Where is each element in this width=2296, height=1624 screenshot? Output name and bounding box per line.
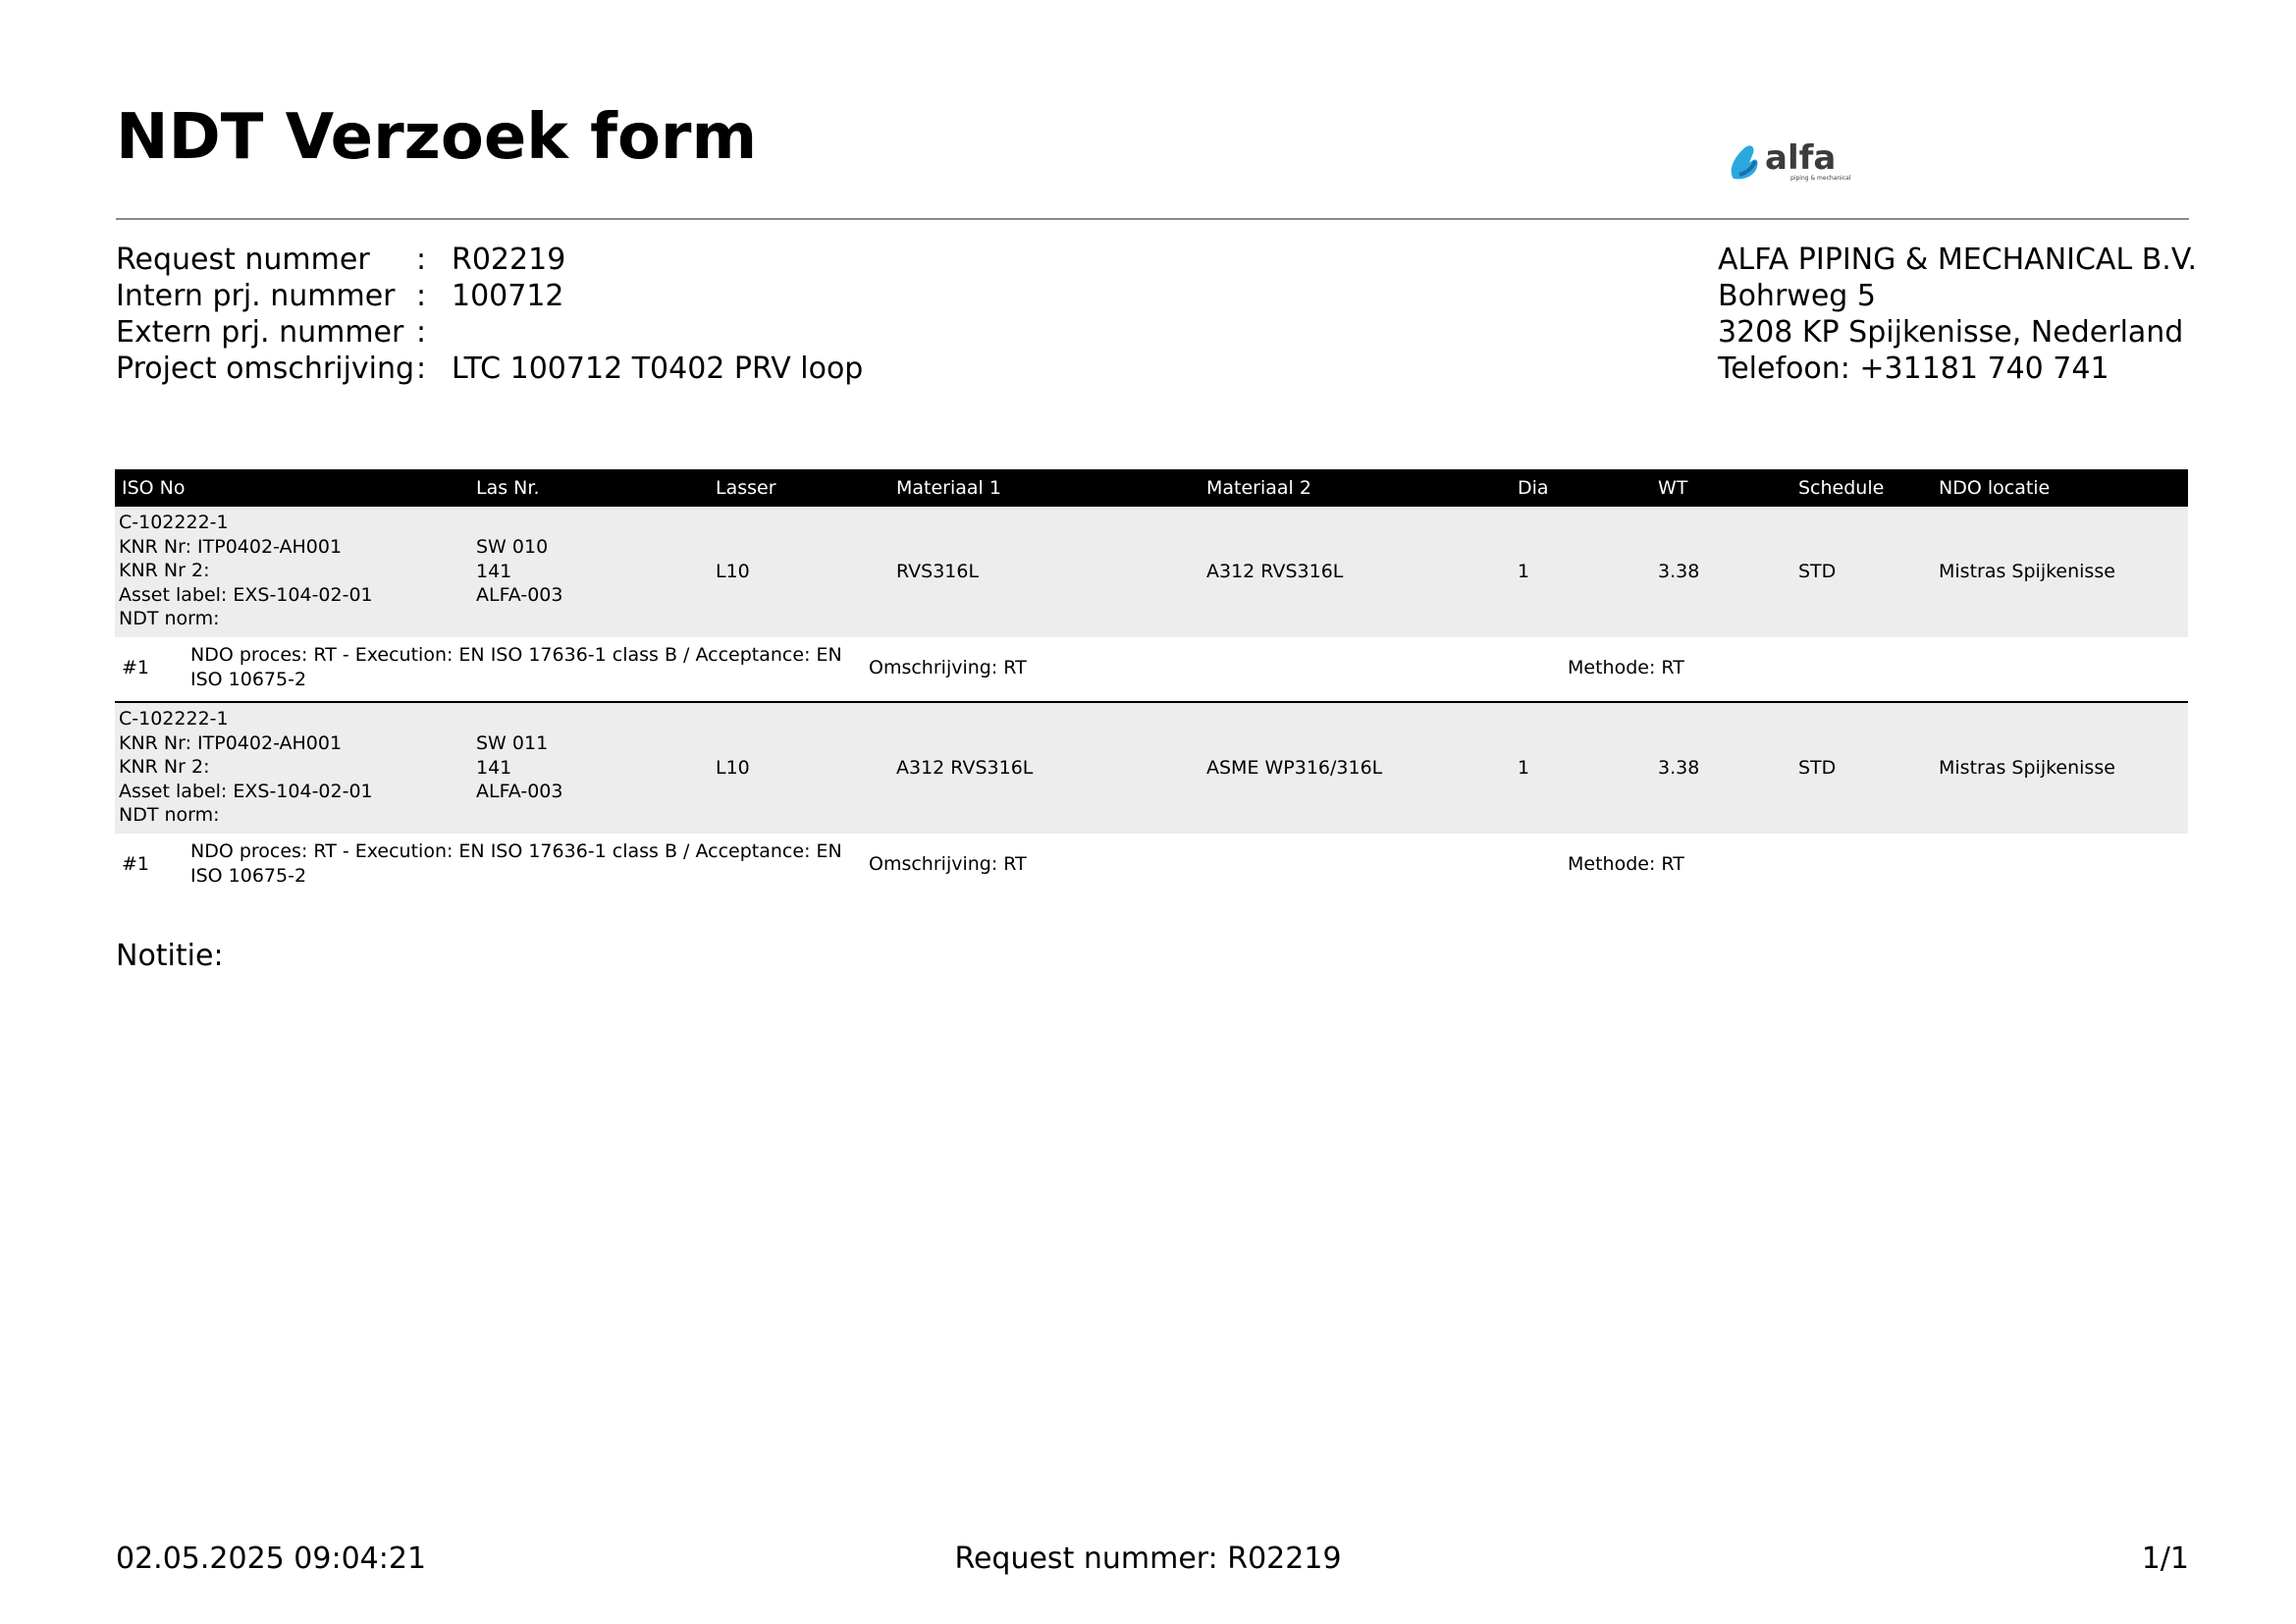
iso-number: C-102222-1 bbox=[119, 512, 229, 533]
ndt-norm: NDT norm: bbox=[119, 804, 220, 826]
ndo-proces: NDO proces: RT - Execution: EN ISO 17636… bbox=[190, 643, 842, 692]
knr-nr: KNR Nr: ITP0402-AH001 bbox=[119, 535, 343, 558]
company-city: 3208 KP Spijkenisse, Nederland bbox=[1718, 315, 2184, 350]
alfa-logo: alfa piping & mechanical bbox=[1731, 138, 1851, 182]
project-description-label: Project omschrijving bbox=[116, 352, 415, 386]
company-name: ALFA PIPING & MECHANICAL B.V. bbox=[1718, 243, 2198, 277]
omschrijving: Omschrijving: RT bbox=[869, 853, 1027, 875]
notitie-label: Notitie: bbox=[116, 939, 224, 973]
ndo-proces: NDO proces: RT - Execution: EN ISO 17636… bbox=[190, 839, 842, 889]
dia-cell: 1 bbox=[1518, 757, 1530, 779]
request-number-label: Request nummer bbox=[116, 243, 370, 277]
lasser-cell: L10 bbox=[716, 561, 750, 582]
iso-cell: C-102222-1 KNR Nr: ITP0402-AH001 KNR Nr … bbox=[119, 511, 373, 631]
header-schedule: Schedule bbox=[1798, 477, 1885, 499]
extern-project-label: Extern prj. nummer bbox=[116, 315, 404, 350]
page-title: NDT Verzoek form bbox=[116, 101, 758, 174]
las-cell: SW 011 141 ALFA-003 bbox=[476, 731, 562, 804]
materiaal-1-cell: A312 RVS316L bbox=[896, 757, 1034, 779]
asset-label: Asset label: EXS-104-02-01 bbox=[119, 583, 373, 606]
intern-project-row: Intern prj. nummer : 100712 bbox=[116, 278, 863, 314]
ndt-table: ISO No Las Nr. Lasser Materiaal 1 Materi… bbox=[115, 469, 2188, 897]
request-details: Request nummer : R02219 Intern prj. numm… bbox=[116, 242, 863, 387]
intern-project-value: 100712 bbox=[452, 279, 564, 313]
colon: : bbox=[416, 279, 427, 313]
materiaal-2-cell: ASME WP316/316L bbox=[1206, 757, 1383, 779]
dia-cell: 1 bbox=[1518, 561, 1530, 582]
ndo-process-row: #1 NDO proces: RT - Execution: EN ISO 17… bbox=[115, 834, 2188, 897]
intern-project-label: Intern prj. nummer bbox=[116, 279, 396, 313]
las-code: ALFA-003 bbox=[476, 584, 563, 606]
process-number: #1 bbox=[122, 657, 150, 678]
knr-nr: KNR Nr: ITP0402-AH001 bbox=[119, 731, 343, 754]
ndo-locatie-cell: Mistras Spijkenisse bbox=[1939, 561, 2115, 582]
ndt-norm: NDT norm: bbox=[119, 608, 220, 629]
knr-nr-2: KNR Nr 2: bbox=[119, 560, 210, 581]
footer-request-number: Request nummer: R02219 bbox=[954, 1542, 1342, 1576]
iso-cell: C-102222-1 KNR Nr: ITP0402-AH001 KNR Nr … bbox=[119, 707, 373, 828]
las-process: 141 bbox=[476, 560, 512, 582]
header-dia: Dia bbox=[1518, 477, 1549, 499]
colon: : bbox=[416, 352, 427, 386]
las-code: ALFA-003 bbox=[476, 781, 563, 802]
footer-page-number: 1/1 bbox=[2141, 1542, 2189, 1576]
request-number-value: R02219 bbox=[452, 243, 566, 277]
schedule-cell: STD bbox=[1798, 561, 1837, 582]
company-street: Bohrweg 5 bbox=[1718, 279, 1876, 313]
lasser-cell: L10 bbox=[716, 757, 750, 779]
header-materiaal-2: Materiaal 2 bbox=[1206, 477, 1311, 499]
colon: : bbox=[416, 243, 427, 277]
wt-cell: 3.38 bbox=[1658, 561, 1700, 582]
omschrijving: Omschrijving: RT bbox=[869, 657, 1027, 678]
knr-nr-2: KNR Nr 2: bbox=[119, 756, 210, 778]
company-phone: Telefoon: +31181 740 741 bbox=[1718, 352, 2109, 386]
ndo-proces-line-2: ISO 10675-2 bbox=[190, 669, 307, 690]
ndo-proces-line-1: NDO proces: RT - Execution: EN ISO 17636… bbox=[190, 840, 842, 862]
colon: : bbox=[416, 315, 427, 350]
wt-cell: 3.38 bbox=[1658, 757, 1700, 779]
table-row: C-102222-1 KNR Nr: ITP0402-AH001 KNR Nr … bbox=[115, 703, 2188, 834]
header-materiaal-1: Materiaal 1 bbox=[896, 477, 1001, 499]
las-nr: SW 011 bbox=[476, 732, 549, 754]
project-description-row: Project omschrijving : LTC 100712 T0402 … bbox=[116, 351, 863, 387]
methode: Methode: RT bbox=[1568, 657, 1684, 678]
table-header: ISO No Las Nr. Lasser Materiaal 1 Materi… bbox=[115, 469, 2188, 507]
table-row: C-102222-1 KNR Nr: ITP0402-AH001 KNR Nr … bbox=[115, 507, 2188, 637]
process-number: #1 bbox=[122, 853, 150, 875]
materiaal-1-cell: RVS316L bbox=[896, 561, 980, 582]
schedule-cell: STD bbox=[1798, 757, 1837, 779]
logo-tagline: piping & mechanical bbox=[1790, 175, 1851, 182]
request-number-row: Request nummer : R02219 bbox=[116, 242, 863, 278]
materiaal-2-cell: A312 RVS316L bbox=[1206, 561, 1344, 582]
ndo-process-row: #1 NDO proces: RT - Execution: EN ISO 17… bbox=[115, 637, 2188, 701]
header-las-nr: Las Nr. bbox=[476, 477, 540, 499]
ndo-proces-line-1: NDO proces: RT - Execution: EN ISO 17636… bbox=[190, 644, 842, 666]
header-iso-no: ISO No bbox=[122, 477, 186, 499]
header-ndo-locatie: NDO locatie bbox=[1939, 477, 2051, 499]
methode: Methode: RT bbox=[1568, 853, 1684, 875]
header-wt: WT bbox=[1658, 477, 1688, 499]
ndo-proces-line-2: ISO 10675-2 bbox=[190, 865, 307, 887]
ndo-locatie-cell: Mistras Spijkenisse bbox=[1939, 757, 2115, 779]
las-process: 141 bbox=[476, 756, 512, 779]
extern-project-row: Extern prj. nummer : bbox=[116, 314, 863, 351]
company-address: ALFA PIPING & MECHANICAL B.V. Bohrweg 5 … bbox=[1718, 242, 2197, 387]
iso-number: C-102222-1 bbox=[119, 708, 229, 730]
las-cell: SW 010 141 ALFA-003 bbox=[476, 535, 562, 608]
asset-label: Asset label: EXS-104-02-01 bbox=[119, 780, 373, 802]
logo-text: alfa bbox=[1765, 138, 1836, 178]
header-divider bbox=[116, 218, 2189, 220]
project-description-value: LTC 100712 T0402 PRV loop bbox=[452, 352, 864, 386]
las-nr: SW 010 bbox=[476, 536, 549, 558]
header-lasser: Lasser bbox=[716, 477, 776, 499]
